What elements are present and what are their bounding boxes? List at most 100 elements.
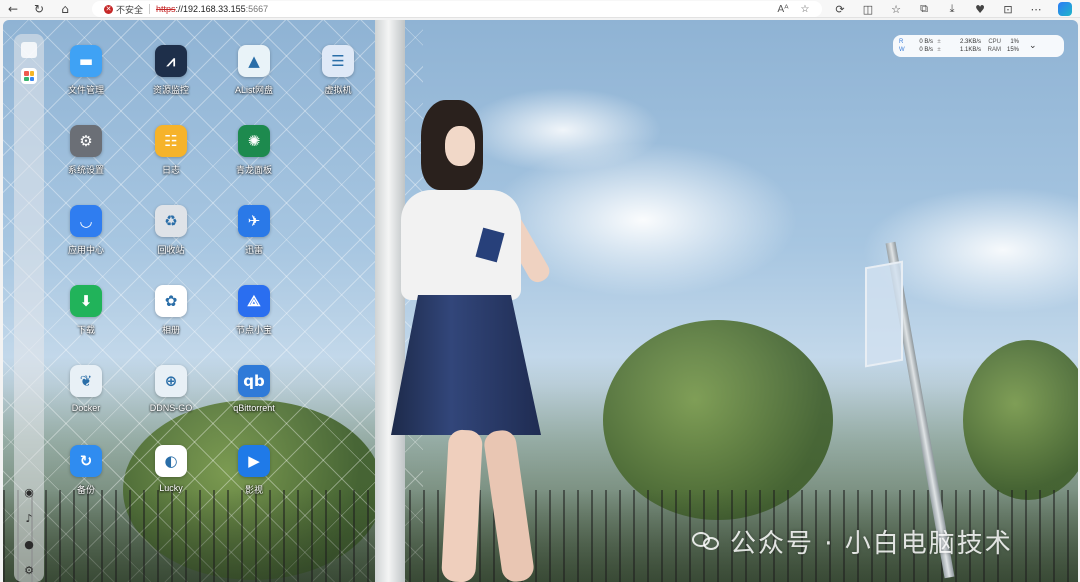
background-tree	[963, 340, 1078, 500]
app-label: 回收站	[157, 245, 185, 255]
app-5[interactable]: ☷ 日志	[131, 125, 211, 176]
split-screen-icon[interactable]: ◫	[854, 3, 882, 16]
more-menu-icon[interactable]: ⋯	[1022, 3, 1050, 16]
app-1[interactable]: ⩘ 资源监控	[131, 45, 211, 96]
app-label: 下载	[76, 325, 95, 335]
app-12[interactable]: ⟁ 节点小宝	[214, 285, 294, 336]
url-port: :5667	[245, 4, 269, 14]
ddns-globe-icon: ⊕	[155, 365, 187, 397]
ram-value: 15%	[1006, 47, 1019, 53]
desktop-switch-icon[interactable]	[21, 42, 37, 58]
app-2[interactable]: ▲ AList网盘	[214, 45, 294, 96]
app-label: 资源监控	[152, 85, 189, 95]
watermark: 公众号 · 小白电脑技术	[692, 524, 1013, 559]
app-6[interactable]: ✺ 青龙面板	[214, 125, 294, 176]
app-label: 节点小宝	[235, 325, 272, 335]
qinglong-icon: ✺	[238, 125, 270, 157]
read-label: R	[899, 39, 904, 45]
chart-icon: ⩘	[155, 45, 187, 77]
read-arrow-icon: ±	[937, 39, 941, 45]
app-label: 备份	[76, 485, 95, 495]
home-icon[interactable]: ⌂	[52, 0, 78, 18]
watermark-text: 公众号 · 小白电脑技术	[730, 528, 1013, 559]
clipboard-icon: ☷	[155, 125, 187, 157]
notification-bell-icon[interactable]: ♪	[21, 510, 37, 526]
lucky-icon: ◐	[155, 445, 187, 477]
app-0[interactable]: ▬ 文件管理	[46, 45, 126, 96]
app-18[interactable]: ▶ 影视	[214, 445, 294, 496]
thunder-bird-icon: ✈	[238, 205, 270, 237]
extensions-icon[interactable]: ⟳	[826, 3, 854, 16]
app-17[interactable]: ◐ Lucky	[131, 445, 211, 493]
read-aloud-icon[interactable]: Aᴬ	[772, 4, 794, 15]
wechat-logo-icon	[692, 530, 722, 552]
net-down-speed: 1.1KB/s	[959, 47, 981, 53]
download-icon[interactable]: ⤓	[938, 2, 966, 16]
wallpaper-figure	[391, 100, 563, 582]
screenshot-icon[interactable]: ⊡	[994, 3, 1022, 16]
write-arrow-icon: ±	[937, 47, 941, 53]
chevron-down-icon[interactable]: ⌄	[1029, 41, 1037, 51]
monitor-usage-values: 1% 15%	[1001, 38, 1019, 54]
download-icon: ⬇	[70, 285, 102, 317]
monitor-arrows: ± ±	[933, 38, 945, 54]
app-label: qBittorrent	[233, 403, 275, 413]
app-label: 系统设置	[67, 165, 104, 175]
store-icon: ◡	[70, 205, 102, 237]
alist-icon: ▲	[238, 45, 270, 77]
app-label: 迅雷	[244, 245, 263, 255]
address-divider	[149, 4, 151, 14]
copilot-icon[interactable]	[1058, 2, 1072, 16]
server-icon: ☰	[322, 45, 354, 77]
app-label: 文件管理	[67, 85, 104, 95]
monitor-usage-labels: CPU RAM	[981, 38, 1001, 54]
ram-label: RAM	[987, 47, 1001, 53]
app-7[interactable]: ◡ 应用中心	[46, 205, 126, 256]
app-13[interactable]: ❦ Docker	[46, 365, 126, 413]
app-4[interactable]: ⚙ 系统设置	[46, 125, 126, 176]
favorites-icon[interactable]: ☆	[882, 3, 910, 16]
app-16[interactable]: ↻ 备份	[46, 445, 126, 496]
back-arrow-icon[interactable]: ←	[0, 0, 26, 18]
browser-actions: ⟳ ◫ ☆ ⧉ ⤓ ♥ ⊡ ⋯	[826, 0, 1072, 18]
address-bar[interactable]: ✕ 不安全 https://192.168.33.155:5667 Aᴬ ☆	[92, 1, 822, 17]
app-label: 青龙面板	[235, 165, 272, 175]
cpu-value: 1%	[1010, 39, 1019, 45]
about-icon[interactable]: ◉	[21, 484, 37, 500]
security-label: 不安全	[116, 4, 144, 15]
app-label: DDNS-GO	[149, 403, 193, 413]
app-14[interactable]: ⊕ DDNS-GO	[131, 365, 211, 413]
app-9[interactable]: ✈ 迅雷	[214, 205, 294, 256]
settings-gear-icon[interactable]: ⚙	[21, 562, 37, 578]
monitor-disk-speeds: 0 B/s 0 B/s	[909, 38, 933, 54]
monitor-net-speeds: 2.3KB/s 1.1KB/s	[945, 38, 981, 54]
refresh-icon[interactable]: ↻	[26, 0, 52, 18]
app-label: 相册	[161, 325, 180, 335]
node-icon: ⟁	[238, 285, 270, 317]
recycle-icon: ♻	[155, 205, 187, 237]
folder-icon: ▬	[70, 45, 102, 77]
app-10[interactable]: ⬇ 下载	[46, 285, 126, 336]
app-3[interactable]: ☰ 虚拟机	[298, 45, 378, 96]
app-15[interactable]: qb qBittorrent	[214, 365, 294, 413]
collections-icon[interactable]: ⧉	[910, 2, 938, 16]
write-speed: 0 B/s	[919, 47, 933, 53]
app-grid-icon[interactable]	[21, 68, 37, 84]
app-label: 应用中心	[67, 245, 104, 255]
cpu-label: CPU	[988, 39, 1001, 45]
app-label: 日志	[161, 165, 180, 175]
app-label: Lucky	[159, 483, 183, 493]
app-8[interactable]: ♻ 回收站	[131, 205, 211, 256]
favorite-star-icon[interactable]: ☆	[794, 4, 816, 15]
net-up-speed: 2.3KB/s	[959, 39, 981, 45]
user-icon[interactable]: ●	[21, 536, 37, 552]
write-label: W	[899, 47, 905, 53]
resource-monitor-widget[interactable]: R W 0 B/s 0 B/s ± ± 2.3KB/s 1.1KB/s CPU …	[893, 35, 1064, 57]
docker-icon: ❦	[70, 365, 102, 397]
url-host: 192.168.33.155	[183, 4, 246, 14]
app-label: 虚拟机	[324, 85, 352, 95]
app-label: AList网盘	[234, 85, 273, 95]
url-separator: ://	[175, 4, 184, 14]
browser-essentials-icon[interactable]: ♥	[966, 3, 994, 16]
app-11[interactable]: ✿ 相册	[131, 285, 211, 336]
